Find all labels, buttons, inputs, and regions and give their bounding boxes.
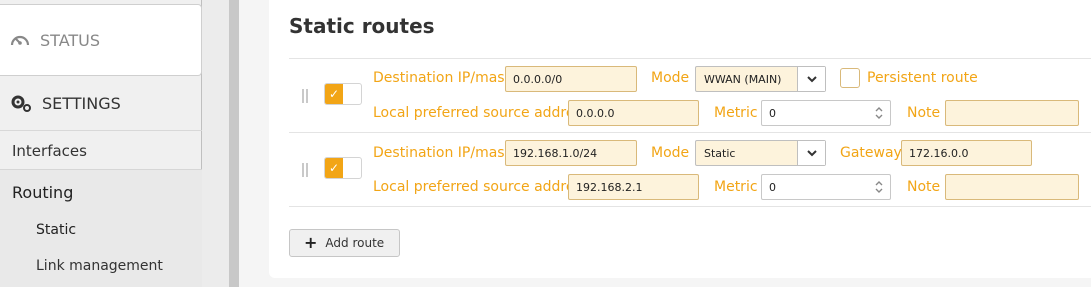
metric-input[interactable]: 0 [761, 174, 891, 200]
source-address-label: Local preferred source address [373, 105, 590, 121]
note-input[interactable] [945, 174, 1079, 200]
sidebar-gap [202, 0, 229, 287]
check-icon: ✓ [325, 158, 343, 178]
nav-routing-static[interactable]: Static [36, 222, 76, 238]
route-row: ✓ Destination IP/mask 0.0.0.0/0 Mode WWA… [289, 58, 1091, 133]
route-enabled-toggle[interactable]: ✓ [324, 157, 362, 179]
mode-label: Mode [651, 70, 690, 86]
chevron-down-icon [797, 141, 825, 165]
mode-select[interactable]: WWAN (MAIN) [695, 66, 826, 92]
nav-routing-link-management[interactable]: Link management [36, 258, 163, 274]
scroll-divider [229, 0, 239, 287]
metric-label: Metric [714, 179, 758, 195]
nav-status-label: STATUS [40, 30, 101, 50]
nav-status[interactable]: STATUS [0, 4, 202, 76]
static-routes-card: Static routes ✓ Destination IP/mask 0.0.… [269, 0, 1091, 278]
persistent-route-label: Persistent route [867, 70, 978, 86]
gears-icon [10, 94, 32, 112]
metric-input[interactable]: 0 [761, 100, 891, 126]
nav-settings[interactable]: SETTINGS [0, 76, 202, 131]
source-address-input[interactable]: 0.0.0.0 [568, 100, 699, 126]
drag-handle-icon[interactable] [302, 89, 308, 103]
route-row: ✓ Destination IP/mask 192.168.1.0/24 Mod… [289, 133, 1091, 207]
destination-input[interactable]: 0.0.0.0/0 [505, 66, 637, 92]
chevron-down-icon [797, 67, 825, 91]
plus-icon: + [304, 233, 318, 252]
nav-routing-section: Routing Static Link management [0, 169, 202, 287]
mode-select-value: WWAN (MAIN) [704, 72, 782, 86]
mode-select-value: Static [704, 146, 736, 160]
metric-label: Metric [714, 105, 758, 121]
spinner-arrows-icon[interactable] [868, 175, 890, 199]
nav-settings-label: SETTINGS [42, 93, 121, 113]
route-enabled-toggle[interactable]: ✓ [324, 83, 362, 105]
source-address-input[interactable]: 192.168.2.1 [568, 174, 699, 200]
destination-label: Destination IP/mask [373, 145, 513, 161]
drag-handle-icon[interactable] [302, 163, 308, 177]
note-label: Note [907, 105, 941, 121]
spinner-arrows-icon[interactable] [868, 101, 890, 125]
nav-interfaces[interactable]: Interfaces [12, 142, 87, 160]
metric-value: 0 [769, 106, 776, 120]
sidebar: STATUS SETTINGS Interfaces Routing Stati… [0, 0, 202, 287]
nav-routing[interactable]: Routing [12, 183, 73, 202]
gateway-input[interactable]: 172.16.0.0 [901, 140, 1032, 166]
mode-label: Mode [651, 145, 690, 161]
persistent-route-checkbox[interactable] [840, 68, 860, 88]
gauge-icon [10, 32, 30, 48]
metric-value: 0 [769, 180, 776, 194]
note-label: Note [907, 179, 941, 195]
add-route-label: Add route [325, 236, 385, 250]
gateway-label: Gateway [840, 145, 902, 161]
mode-select[interactable]: Static [695, 140, 826, 166]
destination-input[interactable]: 192.168.1.0/24 [505, 140, 637, 166]
destination-label: Destination IP/mask [373, 70, 513, 86]
main-content: Static routes ✓ Destination IP/mask 0.0.… [239, 0, 1091, 287]
page-title: Static routes [289, 14, 435, 38]
note-input[interactable] [945, 100, 1079, 126]
check-icon: ✓ [325, 84, 343, 104]
add-route-button[interactable]: + Add route [289, 229, 400, 257]
source-address-label: Local preferred source address [373, 179, 590, 195]
